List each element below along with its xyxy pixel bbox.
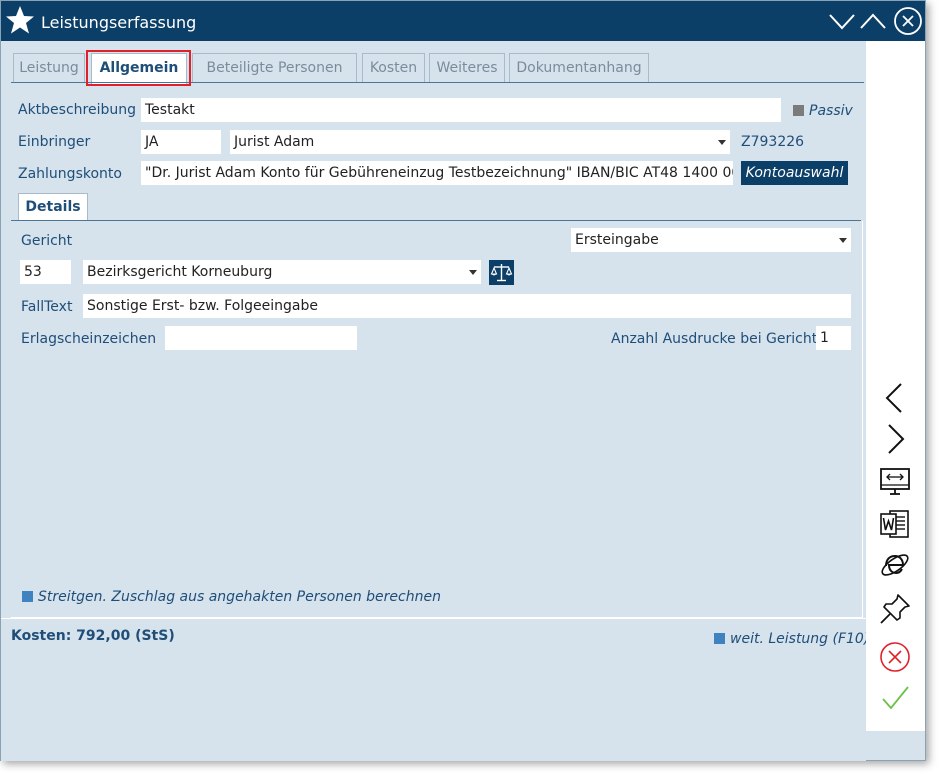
tab-leistung[interactable]: Leistung — [13, 53, 85, 82]
main-content: Leistung Allgemein Beteiligte Personen K… — [1, 41, 869, 761]
einbringer-code-input[interactable]: JA — [141, 130, 221, 154]
eingabe-type-value: Ersteingabe — [575, 232, 659, 248]
ausdrucke-label: Anzahl Ausdrucke bei Gericht — [611, 331, 818, 347]
weitere-leistung-label: weit. Leistung (F10) — [730, 631, 870, 647]
kosten-summary: Kosten: 792,00 (StS) — [11, 628, 175, 644]
chevron-down-icon[interactable] — [828, 7, 856, 35]
tab-allgemein[interactable]: Allgemein — [91, 53, 187, 84]
leistungserfassung-window: Leistungserfassung Leistung Allgemein Be… — [0, 0, 926, 761]
streitgen-label: Streitgen. Zuschlag aus angehakten Perso… — [38, 589, 441, 605]
streitgen-checkbox-box[interactable] — [22, 591, 33, 602]
footer-divider — [1, 618, 866, 619]
weitere-leistung-checkbox[interactable]: weit. Leistung (F10) — [714, 631, 869, 647]
chevron-down-icon[interactable] — [469, 270, 477, 275]
tab-weiteres[interactable]: Weiteres — [429, 53, 505, 82]
internet-explorer-icon[interactable] — [878, 548, 912, 582]
eingabe-type-select[interactable]: Ersteingabe — [571, 228, 851, 252]
gericht-label: Gericht — [21, 233, 73, 249]
tab-kosten[interactable]: Kosten — [362, 53, 425, 82]
right-toolbar — [866, 41, 925, 731]
einbringer-select-value: Jurist Adam — [234, 134, 315, 150]
chevron-down-icon[interactable] — [839, 238, 847, 243]
tab-divider — [11, 82, 864, 83]
zahlungskonto-input[interactable]: "Dr. Jurist Adam Konto für Gebühreneinzu… — [141, 161, 733, 185]
einbringer-select[interactable]: Jurist Adam — [230, 130, 730, 154]
erlagschein-label: Erlagscheinzeichen — [21, 331, 157, 347]
passiv-label: Passiv — [809, 103, 853, 119]
word-icon[interactable] — [878, 507, 912, 541]
aktbeschreibung-input[interactable]: Testakt — [141, 98, 781, 122]
cancel-icon[interactable] — [878, 640, 912, 674]
gericht-select[interactable]: Bezirksgericht Korneuburg — [83, 260, 481, 284]
gericht-select-value: Bezirksgericht Korneuburg — [87, 264, 273, 280]
einbringer-label: Einbringer — [18, 134, 91, 150]
zahlungskonto-label: Zahlungskonto — [18, 166, 122, 182]
title-bar: Leistungserfassung — [1, 1, 925, 41]
passiv-checkbox-box[interactable] — [793, 105, 804, 116]
falltext-label: FallText — [21, 299, 73, 315]
chevron-up-icon[interactable] — [859, 7, 887, 35]
monitor-resize-icon[interactable] — [878, 465, 912, 499]
pin-icon[interactable] — [878, 592, 912, 626]
chevron-down-icon[interactable] — [718, 140, 726, 145]
checkmark-icon[interactable] — [878, 681, 912, 715]
erlagschein-input[interactable] — [165, 326, 357, 350]
scales-icon[interactable] — [489, 260, 514, 285]
falltext-input[interactable]: Sonstige Erst- bzw. Folgeeingabe — [83, 294, 851, 318]
window-title: Leistungserfassung — [41, 13, 197, 32]
aktbeschreibung-label: Aktbeschreibung — [18, 102, 137, 118]
tab-dokumentanhang[interactable]: Dokumentanhang — [509, 53, 649, 82]
tab-details[interactable]: Details — [18, 193, 88, 221]
gericht-code-input[interactable]: 53 — [20, 260, 71, 284]
close-circle-icon[interactable] — [893, 6, 923, 36]
star-icon — [6, 6, 34, 34]
ausdrucke-input[interactable]: 1 — [816, 326, 851, 350]
arrow-right-icon[interactable] — [878, 422, 912, 456]
arrow-left-icon[interactable] — [878, 381, 912, 415]
streitgen-checkbox[interactable]: Streitgen. Zuschlag aus angehakten Perso… — [22, 589, 441, 605]
weitere-leistung-checkbox-box[interactable] — [714, 633, 725, 644]
tab-beteiligte-personen[interactable]: Beteiligte Personen — [192, 53, 357, 82]
passiv-checkbox[interactable]: Passiv — [793, 103, 853, 119]
kontoauswahl-button[interactable]: Kontoauswahl — [741, 161, 848, 185]
einbringer-id: Z793226 — [741, 134, 805, 150]
